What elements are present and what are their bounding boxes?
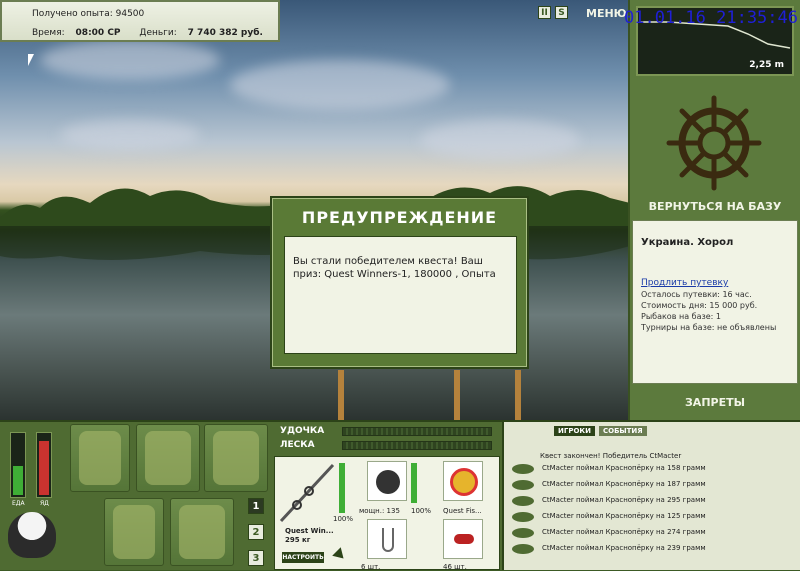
reel-percent: 100% [411,507,432,515]
hook-slot[interactable] [367,519,407,559]
food-level [13,466,23,495]
hook-icon [382,528,394,552]
fish-icon [512,512,534,522]
rod-icon [279,463,335,523]
list-item: CtMacter поймал Краснопёрку на 187 грамм [512,478,796,492]
warning-dialog[interactable]: ПРЕДУПРЕЖДЕНИЕ Вы стали победителем квес… [270,196,529,369]
ant-icon [454,534,474,544]
event-text: CtMacter поймал Краснопёрку на 158 грамм [542,464,706,472]
poison-level [39,440,49,495]
bait-slot[interactable] [443,519,483,559]
pause-icon[interactable]: II [538,6,551,19]
location-title: Украина. Хорол [641,237,734,248]
page-button[interactable]: 3 [248,550,264,566]
cloud [40,40,220,80]
event-text: CtMacter поймал Краснопёрку на 125 грамм [542,512,706,520]
list-item: CtMacter поймал Краснопёрку на 274 грамм [512,526,796,540]
basket-icon[interactable] [104,498,164,566]
quest-finished-line: Квест закончен! Победитель CtMacter [540,452,682,460]
extend-permit-link[interactable]: Продлить путевку [641,278,728,288]
exp-label: Получено опыта: [32,9,113,19]
time-value: 08:00 СР [75,28,121,38]
map-icon[interactable] [204,424,268,492]
fish-icon [512,544,534,554]
poison-meter [36,432,52,498]
rod-label: УДОЧКА [280,426,325,436]
clock: 01.01.16 21:35:46 [624,8,798,28]
reel-durability [411,463,417,503]
rod-percent: 100% [333,515,354,523]
line-tension-bar [342,441,492,450]
menu-button[interactable]: МЕНЮ [586,4,627,24]
rod-stand[interactable] [515,370,521,420]
tab-events[interactable]: СОБЫТИЯ [598,426,647,436]
tab-players[interactable]: ИГРОКИ [554,426,595,436]
cloud [420,120,580,160]
event-text: CtMacter поймал Краснопёрку на 274 грамм [542,528,706,536]
rod-weight: 295 кг [285,536,311,544]
permit-left: Осталось путевки: 16 час. [641,290,752,299]
food-label: ЕДА [12,500,25,507]
time-label: Время: [32,28,65,38]
location-panel: Украина. Хорол Продлить путевку Осталось… [632,220,798,384]
ship-wheel-icon[interactable] [665,94,763,192]
reel-slot[interactable] [367,461,407,501]
spool-icon [450,468,478,496]
cursor-icon [28,54,34,66]
cauldron-icon[interactable] [8,512,56,558]
bans-button[interactable]: ЗАПРЕТЫ [636,396,794,414]
dialog-message: Вы стали победителем квеста! Ваш приз: Q… [284,236,517,354]
status-panel: Получено опыта: 94500 Время: 08:00 СР Де… [0,0,280,42]
depth-value: 2,25 m [749,60,784,70]
sound-icon[interactable]: S [555,6,568,19]
tournaments-info: Турниры на базе: не объявлены [641,323,777,332]
event-text: CtMacter поймал Краснопёрку на 295 грамм [542,496,706,504]
line-slot[interactable] [443,461,483,501]
list-item: CtMacter поймал Краснопёрку на 239 грамм [512,542,796,556]
fish-icon [512,496,534,506]
line-label: ЛЕСКА [280,440,315,450]
dialog-title: ПРЕДУПРЕЖДЕНИЕ [301,208,498,227]
setup-button[interactable]: НАСТРОИТЬ [282,552,324,563]
rod-stand[interactable] [454,370,460,420]
event-text: CtMacter поймал Краснопёрку на 187 грамм [542,480,706,488]
reel-icon [376,470,400,494]
rod-stand[interactable] [338,370,344,420]
day-cost: Стоимость дня: 15 000 руб. [641,301,758,310]
line-name: Quest Fis... [443,507,482,515]
cloud [230,60,450,110]
exp-value: 94500 [115,9,145,19]
events-panel: ИГРОКИ СОБЫТИЯ Квест закончен! Победител… [502,422,800,570]
money-label: Деньги: [139,28,177,38]
fish-icon [512,480,534,490]
rod-durability [339,463,345,513]
food-meter [10,432,26,498]
list-item: CtMacter поймал Краснопёрку на 125 грамм [512,510,796,524]
money-value: 7 740 382 руб. [187,28,263,38]
rod-name: Quest Win... [285,527,334,535]
event-text: CtMacter поймал Краснопёрку на 239 грамм [542,544,706,552]
fishers-count: Рыбаков на базе: 1 [641,312,721,321]
list-item: CtMacter поймал Краснопёрку на 295 грамм [512,494,796,508]
bag-icon[interactable] [70,424,130,492]
page-button[interactable]: 2 [248,524,264,540]
reel-power: мощн.: 135 [359,507,400,515]
page-button[interactable]: 1 [248,498,264,514]
rod-tension-bar [342,427,492,436]
list-item: CtMacter поймал Краснопёрку на 158 грамм [512,462,796,476]
fish-icon [512,464,534,474]
cloud [60,120,200,150]
fish-icon [512,528,534,538]
bucket-icon[interactable] [170,498,234,566]
poison-label: ЯД [40,500,49,507]
sack-icon[interactable] [136,424,200,492]
return-to-base-button[interactable]: ВЕРНУТЬСЯ НА БАЗУ [636,200,794,218]
